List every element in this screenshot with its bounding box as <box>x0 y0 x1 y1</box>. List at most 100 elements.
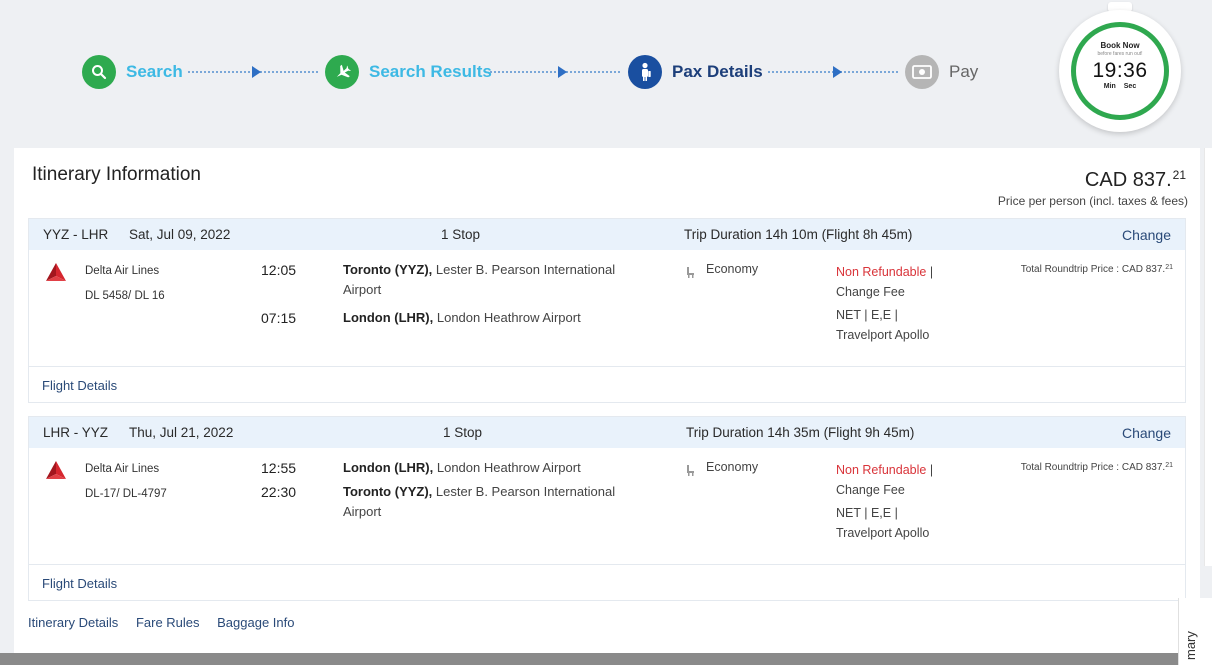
arrival-time: 22:30 <box>261 484 297 500</box>
price-per-person: CAD 837.21 <box>1085 168 1186 192</box>
fare-code: NET | E,E | <box>836 506 898 520</box>
delta-logo-icon <box>46 461 66 479</box>
non-refundable-label: Non Refundable <box>836 265 927 279</box>
fare-rules-summary: Non Refundable | Change Fee NET | E,E | … <box>836 460 933 543</box>
passenger-icon <box>628 55 662 89</box>
step-pay[interactable]: Pay <box>905 55 978 89</box>
segment-stops: 1 Stop <box>443 425 483 440</box>
roundtrip-total-amount: Total Roundtrip Price : CAD 837. <box>1020 462 1166 473</box>
summary-tab[interactable]: mary <box>1178 598 1212 665</box>
arrow-right-icon <box>558 66 567 78</box>
segment-date: Thu, Jul 21, 2022 <box>129 425 234 440</box>
departure-airport-name: London Heathrow Airport <box>433 460 581 475</box>
roundtrip-total: Total Roundtrip Price : CAD 837.21 <box>1021 462 1173 473</box>
departure-airport: London (LHR), London Heathrow Airport <box>343 458 643 478</box>
airline-name: Delta Air Lines <box>85 265 160 277</box>
non-refundable-label: Non Refundable <box>836 463 927 477</box>
flight-segment-outbound: YYZ - LHR Sat, Jul 09, 2022 1 Stop Trip … <box>28 218 1186 403</box>
itinerary-links: Itinerary Details Fare Rules Baggage Inf… <box>28 615 309 630</box>
airline-name: Delta Air Lines <box>85 463 160 475</box>
roundtrip-total: Total Roundtrip Price : CAD 837.21 <box>1021 264 1173 275</box>
price-cents: 21 <box>1172 168 1186 182</box>
segment-body: Delta Air Lines DL 5458/ DL 16 12:05 Tor… <box>29 250 1185 366</box>
price-amount: CAD 837. <box>1084 169 1172 191</box>
itinerary-title: Itinerary Information <box>32 164 201 185</box>
segment-stops: 1 Stop <box>441 227 481 242</box>
arrow-right-icon <box>252 66 261 78</box>
cabin-class: Economy <box>706 460 759 474</box>
arrow-right-icon <box>833 66 842 78</box>
timer-subtitle: before fares run out! <box>1097 51 1143 57</box>
delta-logo-icon <box>46 263 66 281</box>
roundtrip-total-cents: 21 <box>1165 264 1173 271</box>
arrival-city: Toronto (YYZ), <box>343 484 433 499</box>
money-icon <box>905 55 939 89</box>
booking-progress: Search Search Results Pax Details Pay <box>0 0 1212 148</box>
arrival-time: 07:15 <box>261 310 297 326</box>
summary-tab-label: mary <box>1183 631 1198 660</box>
segment-footer: Flight Details <box>29 564 1185 600</box>
fare-code: NET | E,E | <box>836 308 898 322</box>
departure-airport: Toronto (YYZ), Lester B. Pearson Interna… <box>343 260 643 300</box>
step-label: Search <box>126 62 183 81</box>
timer-countdown: 19:36 <box>1092 59 1148 82</box>
flight-details-link[interactable]: Flight Details <box>42 378 117 393</box>
gds-source: Travelport Apollo <box>836 526 930 540</box>
arrival-airport: London (LHR), London Heathrow Airport <box>343 308 643 328</box>
segment-route: LHR - YYZ <box>43 425 109 440</box>
fare-timer: Book Now before fares run out! 19:36 Min… <box>1059 2 1181 134</box>
departure-time: 12:05 <box>261 262 297 278</box>
itinerary-card: Itinerary Information CAD 837.21 Price p… <box>14 148 1200 653</box>
segment-header: YYZ - LHR Sat, Jul 09, 2022 1 Stop Trip … <box>29 219 1185 250</box>
step-label: Search Results <box>369 62 492 81</box>
fare-rules-summary: Non Refundable | Change Fee NET | E,E | … <box>836 262 933 345</box>
itinerary-details-link[interactable]: Itinerary Details <box>28 615 118 630</box>
step-pax-details[interactable]: Pax Details <box>628 55 763 89</box>
timer-face: Book Now before fares run out! 19:36 Min… <box>1071 22 1169 120</box>
departure-city: London (LHR), <box>343 460 434 475</box>
departure-time: 12:55 <box>261 460 297 476</box>
change-flight-button[interactable]: Change <box>1122 227 1171 243</box>
arrival-city: London (LHR), <box>343 310 434 325</box>
plane-icon <box>325 55 359 89</box>
baggage-info-link[interactable]: Baggage Info <box>217 615 294 630</box>
timer-units: Min Sec <box>1103 83 1137 90</box>
step-connector <box>490 71 620 73</box>
flight-details-link[interactable]: Flight Details <box>42 576 117 591</box>
booking-page: Search Search Results Pax Details Pay Bo… <box>0 0 1212 665</box>
segment-body: Delta Air Lines DL-17/ DL-4797 12:55 Lon… <box>29 448 1185 564</box>
timer-title: Book Now <box>1100 41 1140 50</box>
segment-route: YYZ - LHR <box>43 227 109 242</box>
departure-city: Toronto (YYZ), <box>343 262 433 277</box>
seat-icon <box>687 465 694 476</box>
cabin-class: Economy <box>706 262 759 276</box>
step-search[interactable]: Search <box>82 55 183 89</box>
change-fee-label: Change Fee <box>836 285 905 299</box>
bottom-bar <box>0 653 1212 665</box>
change-flight-button[interactable]: Change <box>1122 425 1171 441</box>
fare-rules-link[interactable]: Fare Rules <box>136 615 200 630</box>
segment-header: LHR - YYZ Thu, Jul 21, 2022 1 Stop Trip … <box>29 417 1185 448</box>
step-label: Pay <box>949 62 979 81</box>
segment-footer: Flight Details <box>29 366 1185 402</box>
right-panel-edge <box>1204 148 1212 566</box>
search-icon <box>82 55 116 89</box>
roundtrip-total-amount: Total Roundtrip Price : CAD 837. <box>1020 264 1166 275</box>
segment-date: Sat, Jul 09, 2022 <box>129 227 231 242</box>
seat-icon <box>687 267 694 278</box>
arrival-airport-name: London Heathrow Airport <box>433 310 581 325</box>
flight-number: DL 5458/ DL 16 <box>85 290 165 302</box>
roundtrip-total-cents: 21 <box>1165 462 1173 469</box>
flight-number: DL-17/ DL-4797 <box>85 488 167 500</box>
fare-separator: | <box>926 265 934 279</box>
gds-source: Travelport Apollo <box>836 328 930 342</box>
segment-duration: Trip Duration 14h 35m (Flight 9h 45m) <box>686 425 915 440</box>
fare-separator: | <box>926 463 934 477</box>
flight-segment-return: LHR - YYZ Thu, Jul 21, 2022 1 Stop Trip … <box>28 416 1186 601</box>
step-label: Pax Details <box>672 62 763 81</box>
step-search-results[interactable]: Search Results <box>325 55 492 89</box>
arrival-airport: Toronto (YYZ), Lester B. Pearson Interna… <box>343 482 643 522</box>
price-note: Price per person (incl. taxes & fees) <box>997 194 1188 208</box>
change-fee-label: Change Fee <box>836 483 905 497</box>
segment-duration: Trip Duration 14h 10m (Flight 8h 45m) <box>684 227 913 242</box>
